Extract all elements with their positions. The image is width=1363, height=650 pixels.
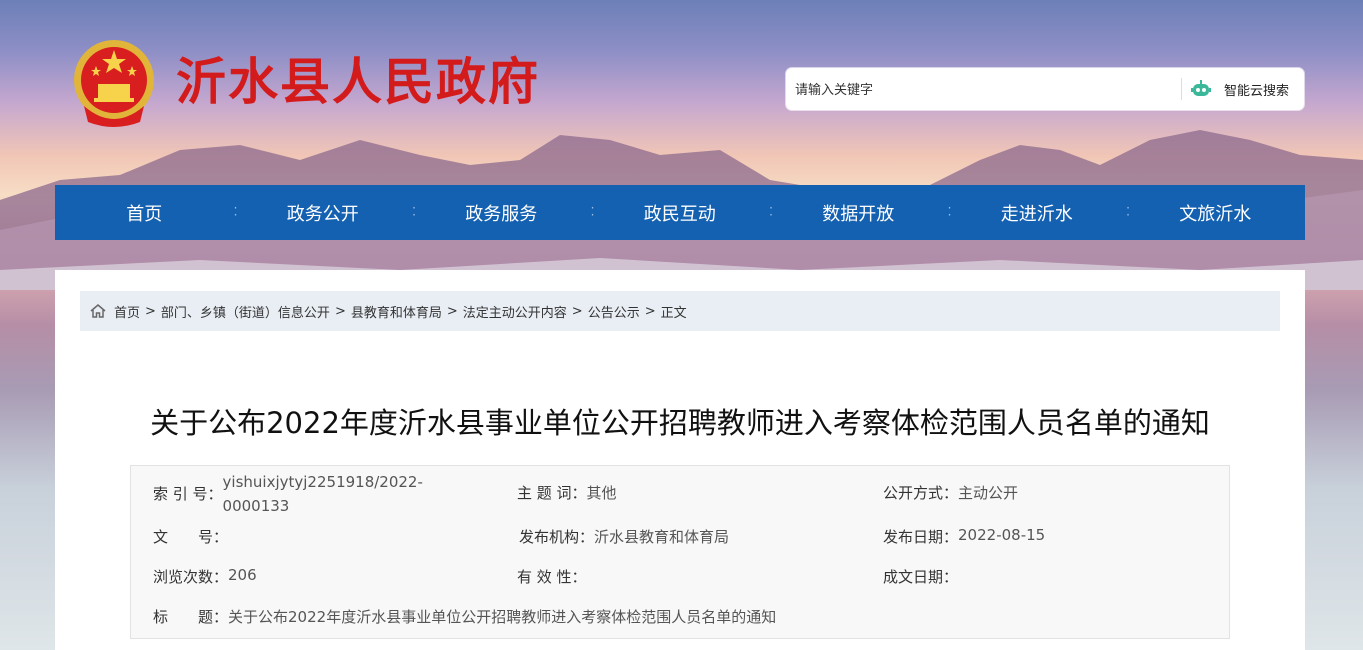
main-nav: 首页 · · 政务公开 · · 政务服务 · · 政民互动 · · 数据开放 · · 走进沂水 · · … <box>55 185 1305 240</box>
nav-item-open-data[interactable]: 数据开放 · · <box>769 185 951 240</box>
meta-title: 标 题： 关于公布2022年度沂水县事业单位公开招聘教师进入考察体检范围人员名单… <box>153 608 777 626</box>
breadcrumb-current: 正文 <box>660 305 687 321</box>
smart-search-button[interactable]: 智能云搜索 <box>1186 68 1304 110</box>
breadcrumb: 首页 > 部门、乡镇（街道）信息公开 > 县教育和体育局 > 法定主动公开内容 … <box>80 291 1280 331</box>
home-icon <box>90 304 106 318</box>
national-emblem-icon <box>74 40 154 127</box>
meta-document-number: 文 号： <box>153 528 229 546</box>
breadcrumb-separator: > <box>644 303 656 319</box>
nav-item-home[interactable]: 首页 · · <box>55 185 237 240</box>
meta-publish-method: 公开方式： 主动公开 <box>883 484 1019 502</box>
nav-item-government-services[interactable]: 政务服务 · · <box>412 185 594 240</box>
robot-icon <box>1191 80 1211 96</box>
meta-publisher: 发布机构： 沂水县教育和体育局 <box>519 528 730 546</box>
meta-written-date: 成文日期： <box>883 568 959 586</box>
breadcrumb-education-bureau[interactable]: 县教育和体育局 <box>351 302 442 321</box>
search-button-label: 智能云搜索 <box>1224 83 1290 99</box>
article-title: 关于公布2022年度沂水县事业单位公开招聘教师进入考察体检范围人员名单的通知 <box>150 406 1210 440</box>
meta-index-number: 索 引 号： yishuixjytyj2251918/2022-0000133 <box>153 473 423 515</box>
content-panel: 首页 > 部门、乡镇（街道）信息公开 > 县教育和体育局 > 法定主动公开内容 … <box>55 270 1305 650</box>
meta-publish-date: 发布日期： 2022-08-15 <box>883 526 1046 546</box>
meta-validity: 有 效 性： <box>517 568 587 586</box>
breadcrumb-separator: > <box>446 303 458 319</box>
nav-item-interaction[interactable]: 政民互动 · · <box>591 185 773 240</box>
breadcrumb-home[interactable]: 首页 <box>114 302 140 321</box>
meta-views: 浏览次数： 206 <box>153 566 257 586</box>
breadcrumb-announcements[interactable]: 公告公示 <box>588 302 640 321</box>
nav-item-about-yishui[interactable]: 走进沂水 · · <box>948 185 1130 240</box>
search-bar: 智能云搜索 <box>786 68 1304 112</box>
nav-item-culture-tourism[interactable]: 文旅沂水 <box>1126 185 1305 240</box>
nav-item-government-affairs[interactable]: 政务公开 · · <box>234 185 416 240</box>
meta-subject: 主 题 词： 其他 <box>517 484 617 502</box>
breadcrumb-separator: > <box>571 303 583 319</box>
breadcrumb-separator: > <box>334 303 346 319</box>
site-title: 沂水县人民政府 <box>176 53 540 111</box>
breadcrumb-statutory-content[interactable]: 法定主动公开内容 <box>463 302 567 321</box>
search-input[interactable] <box>786 68 1187 112</box>
breadcrumb-separator: > <box>145 303 156 319</box>
article-metadata: 索 引 号： yishuixjytyj2251918/2022-0000133 … <box>130 465 1230 639</box>
breadcrumb-departments[interactable]: 部门、乡镇（街道）信息公开 <box>161 302 330 321</box>
search-divider <box>1181 78 1182 100</box>
